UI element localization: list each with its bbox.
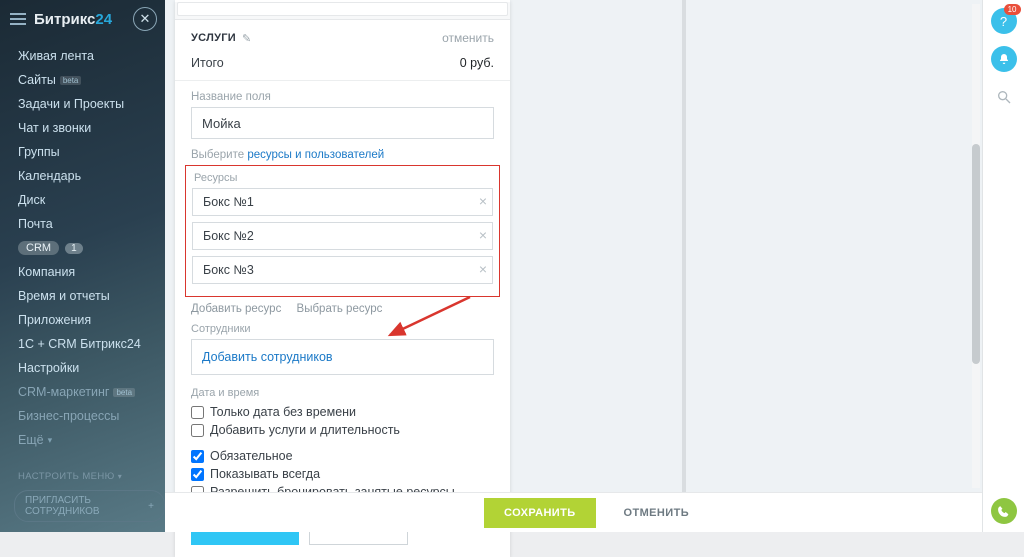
section-title: УСЛУГИ [191,32,236,44]
sidebar-item-label: Бизнес-процессы [18,409,119,423]
remove-icon[interactable]: × [479,193,487,209]
remove-icon[interactable]: × [479,261,487,277]
sidebar-item-4[interactable]: Группы [0,140,165,164]
sidebar-item-label: Диск [18,193,45,207]
footer-cancel-button[interactable]: ОТМЕНИТЬ [608,498,705,528]
footer-save-button[interactable]: СОХРАНИТЬ [484,498,596,528]
field-name-input[interactable] [191,107,494,139]
scrollbar-track[interactable] [972,4,980,488]
sidebar-item-10[interactable]: Время и отчеты [0,284,165,308]
resource-row: × [192,222,493,250]
sidebar-item-14[interactable]: CRM-маркетинг beta [0,380,165,404]
sidebar-item-label: Компания [18,265,75,279]
checkbox-always-show[interactable]: Показывать всегда [175,465,510,483]
sidebar-item-12[interactable]: 1С + CRM Битрикс24 [0,332,165,356]
staff-box: Добавить сотрудников [191,339,494,375]
footer-bar: СОХРАНИТЬ ОТМЕНИТЬ [165,492,1024,532]
sidebar-item-label: Задачи и Проекты [18,97,124,111]
close-icon[interactable]: ✕ [133,7,157,31]
sidebar-item-label: Группы [18,145,60,159]
resource-input[interactable] [192,256,493,284]
sidebar-item-label: Почта [18,217,53,231]
brand-name: Битрикс [34,11,95,28]
sidebar-item-7[interactable]: Почта [0,212,165,236]
sidebar-item-8[interactable]: CRM 1 [0,236,165,260]
hamburger-icon[interactable] [10,13,26,25]
sidebar-item-11[interactable]: Приложения [0,308,165,332]
section-cancel-link[interactable]: отменить [442,31,494,45]
search-icon[interactable] [991,84,1017,110]
panel-top-strip [175,2,510,20]
sidebar-menu: Живая лента Сайты beta Задачи и Проекты Чат … [0,38,165,452]
sidebar-item-2[interactable]: Задачи и Проекты [0,92,165,116]
add-resource-link[interactable]: Добавить ресурс [191,303,281,315]
resource-input[interactable] [192,222,493,250]
sidebar-item-label: Чат и звонки [18,121,91,135]
scrollbar-thumb[interactable] [972,144,980,364]
sidebar-item-label: Настройки [18,361,79,375]
resources-users-link[interactable]: ресурсы и пользователей [247,149,384,161]
plus-icon: + [148,501,154,512]
beta-badge: beta [113,388,135,397]
help-badge: 10 [1004,4,1021,15]
sidebar-item-5[interactable]: Календарь [0,164,165,188]
sidebar-item-label: Приложения [18,313,91,327]
sidebar-item-label: Ещё [18,433,44,447]
beta-badge: beta [60,76,82,85]
resources-highlight-box: Ресурсы × × × [185,165,500,297]
resource-row: × [192,188,493,216]
total-label: Итого [191,56,224,70]
sidebar-item-3[interactable]: Чат и звонки [0,116,165,140]
invite-button[interactable]: ПРИГЛАСИТЬ СОТРУДНИКОВ + [14,490,165,522]
field-name-label: Название поля [175,81,510,107]
sidebar-item-16[interactable]: Ещё ▾ [0,428,165,452]
settings-panel: УСЛУГИ ✎ отменить Итого 0 руб. Название … [175,0,510,557]
brand-logo: Битрикс24 [34,11,112,28]
staff-label: Сотрудники [175,315,510,339]
main-area: УСЛУГИ ✎ отменить Итого 0 руб. Название … [165,0,1024,532]
phone-icon[interactable] [991,498,1017,524]
sidebar-item-label: Сайты [18,73,56,87]
app-root: Битрикс24 ✕ Живая лента Сайты beta Задачи и… [0,0,1024,532]
total-value: 0 руб. [460,56,494,70]
checkbox-date-only[interactable]: Только дата без времени [175,403,510,421]
bell-icon[interactable] [991,46,1017,72]
sidebar-item-0[interactable]: Живая лента [0,44,165,68]
sidebar-item-13[interactable]: Настройки [0,356,165,380]
column-divider [682,0,686,492]
pencil-icon[interactable]: ✎ [242,32,251,45]
sidebar-item-label: Живая лента [18,49,94,63]
resources-label: Ресурсы [192,170,493,188]
total-row: Итого 0 руб. [175,48,510,81]
checkbox-add-services[interactable]: Добавить услуги и длительность [175,421,510,439]
sidebar-item-9[interactable]: Компания [0,260,165,284]
sidebar-item-count: 1 [65,243,83,254]
sidebar-item-6[interactable]: Диск [0,188,165,212]
resource-input[interactable] [192,188,493,216]
sidebar-header: Битрикс24 ✕ [0,0,165,38]
configure-menu-link[interactable]: НАСТРОИТЬ МЕНЮ ▾ [0,459,165,490]
sidebar-item-label: Время и отчеты [18,289,110,303]
brand-suffix: 24 [95,11,112,28]
resource-row: × [192,256,493,284]
right-rail: ? 10 [982,0,1024,532]
sidebar-item-label: 1С + CRM Битрикс24 [18,337,141,351]
help-icon[interactable]: ? 10 [991,8,1017,34]
select-resources-line: Выберите ресурсы и пользователей [175,139,510,163]
sidebar: Битрикс24 ✕ Живая лента Сайты beta Задачи и… [0,0,165,532]
sidebar-item-1[interactable]: Сайты beta [0,68,165,92]
remove-icon[interactable]: × [479,227,487,243]
chevron-down-icon: ▾ [48,435,53,446]
sidebar-item-15[interactable]: Бизнес-процессы [0,404,165,428]
sidebar-item-label: CRM-маркетинг [18,385,109,399]
section-header: УСЛУГИ ✎ отменить [175,28,510,48]
resource-add-links: Добавить ресурс Выбрать ресурс [175,299,510,315]
sidebar-item-label: CRM [18,241,59,255]
sidebar-item-label: Календарь [18,169,81,183]
add-staff-link[interactable]: Добавить сотрудников [202,350,333,364]
datetime-label: Дата и время [175,375,510,403]
choose-resource-link[interactable]: Выбрать ресурс [297,303,383,315]
checkbox-required[interactable]: Обязательное [175,447,510,465]
